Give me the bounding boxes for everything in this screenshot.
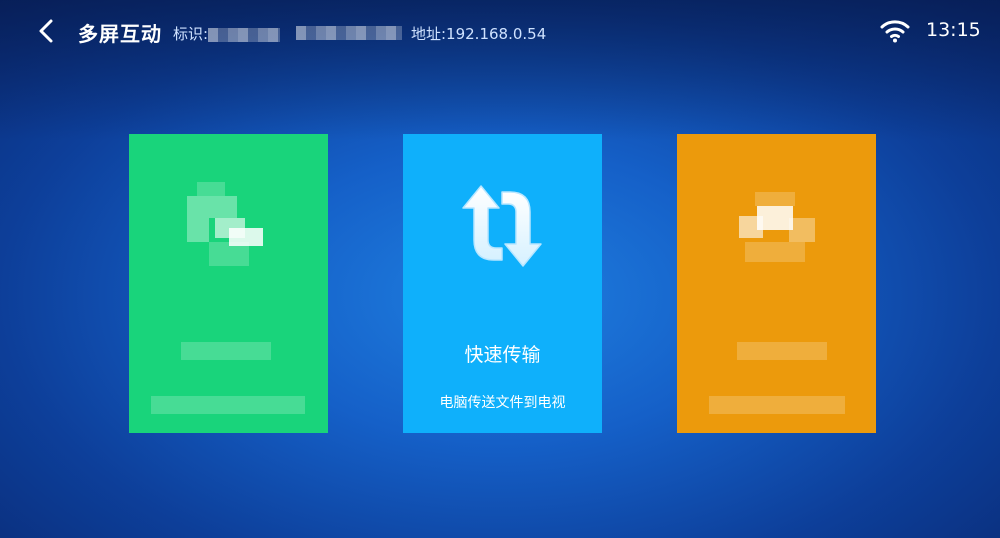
device-id-label: 标识: <box>173 25 209 43</box>
back-button[interactable] <box>30 15 62 47</box>
sync-arrows-icon <box>462 185 542 267</box>
top-bar: 多屏互动 标识: 地址:192.168.0.54 13:15 <box>0 0 1000 64</box>
device-name-redacted <box>296 25 402 40</box>
device-id-value-redacted <box>208 27 281 42</box>
blurred-icon <box>735 182 817 270</box>
clock: 13:15 <box>926 19 981 41</box>
quick-transfer-card[interactable]: 快速传输 电脑传送文件到电视 <box>403 134 602 433</box>
wifi-icon <box>880 20 910 43</box>
blurred-icon <box>187 182 269 270</box>
device-name <box>296 23 402 41</box>
blurred-subtitle <box>709 396 845 414</box>
feature-card-green[interactable] <box>129 134 328 433</box>
chevron-left-icon <box>39 19 53 43</box>
feature-card-orange[interactable] <box>677 134 876 433</box>
card-subtitle: 电脑传送文件到电视 <box>439 395 566 411</box>
page-title: 多屏互动 <box>78 22 162 46</box>
blurred-subtitle <box>151 396 305 414</box>
blurred-title <box>181 342 271 360</box>
device-id: 标识: <box>173 23 281 44</box>
card-title: 快速传输 <box>464 344 541 366</box>
ip-address: 地址:192.168.0.54 <box>411 25 547 43</box>
blurred-title <box>737 342 827 360</box>
